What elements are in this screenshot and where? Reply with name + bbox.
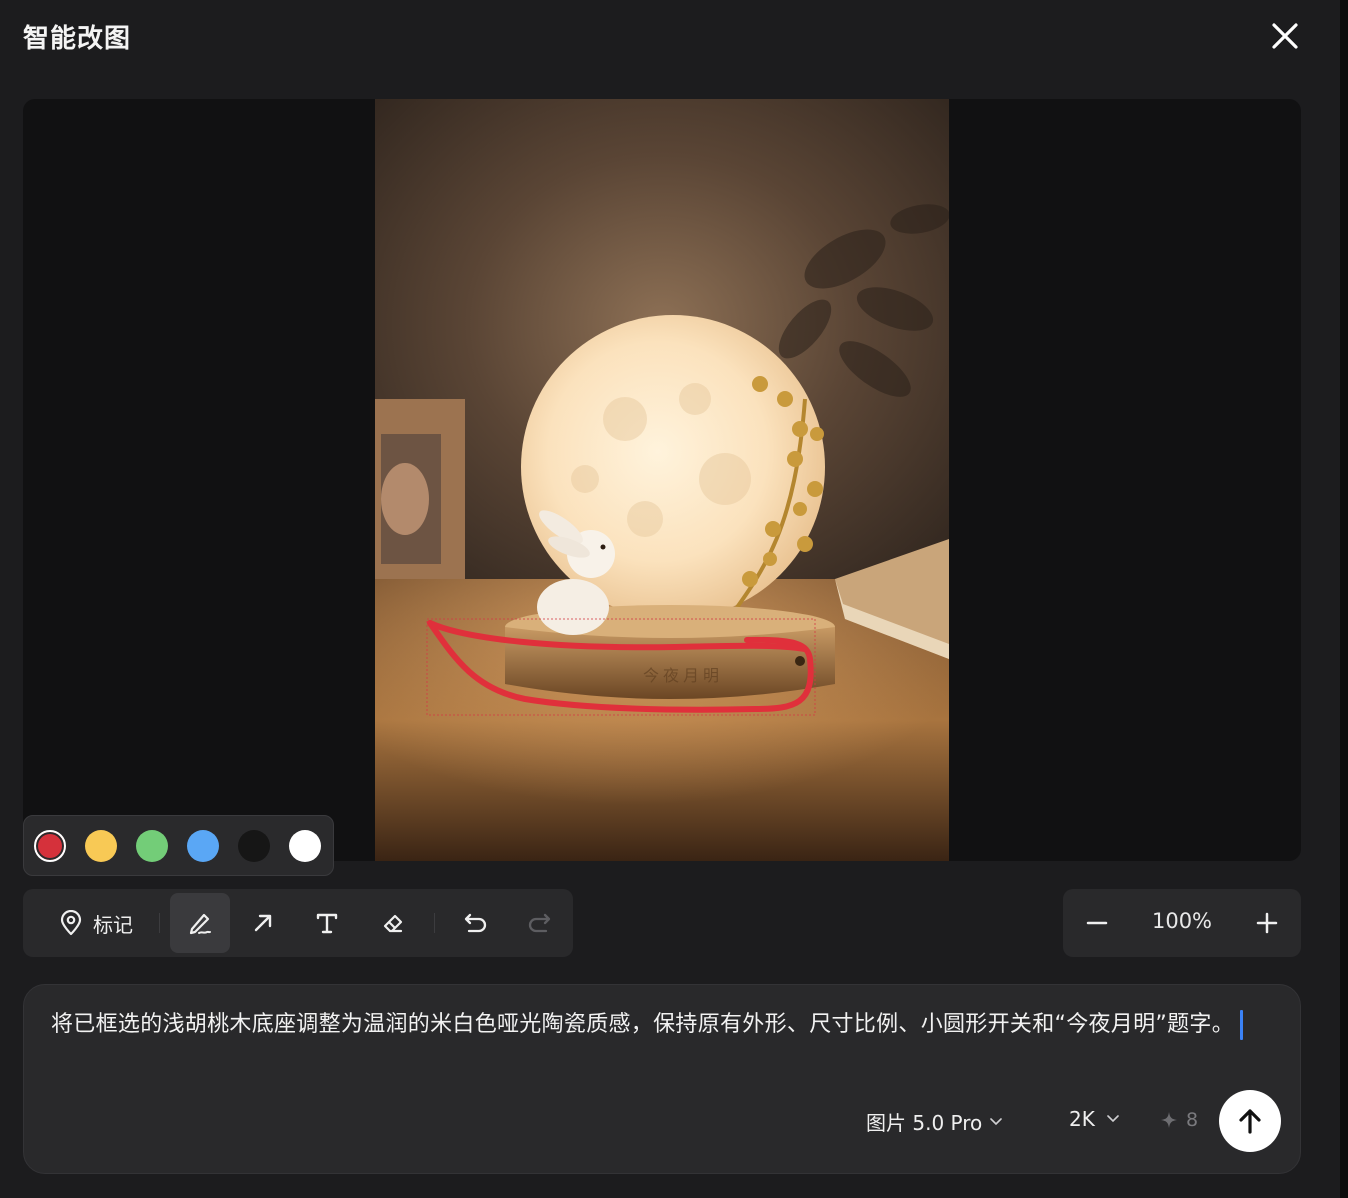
- edit-dialog: 智能改图 今夜月明 标记 100% 将已框选的浅胡桃木底座调整为温润的米白色哑光…: [0, 0, 1340, 1198]
- prompt-input[interactable]: 将已框选的浅胡桃木底座调整为温润的米白色哑光陶瓷质感，保持原有外形、尺寸比例、小…: [51, 1007, 1281, 1043]
- close-icon: [1272, 23, 1298, 49]
- text-tool-button[interactable]: [297, 893, 357, 953]
- model-select[interactable]: 图片 5.0 Pro: [866, 1107, 1003, 1136]
- image-canvas[interactable]: 今夜月明: [23, 99, 1301, 861]
- send-button[interactable]: [1219, 1090, 1281, 1152]
- mark-tool-label: 标记: [93, 912, 133, 937]
- credit-cost: 8: [1160, 1109, 1198, 1131]
- prompt-text: 将已框选的浅胡桃木底座调整为温润的米白色哑光陶瓷质感，保持原有外形、尺寸比例、小…: [51, 1012, 1234, 1037]
- toolbar-divider: [159, 913, 160, 933]
- plus-icon: [1256, 912, 1278, 934]
- color-swatch-red[interactable]: [34, 830, 66, 862]
- resolution-label: 2K: [1069, 1107, 1095, 1131]
- chevron-down-icon: [1107, 1115, 1119, 1123]
- zoom-in-button[interactable]: [1247, 903, 1287, 943]
- color-swatch-black[interactable]: [238, 830, 270, 862]
- sparkle-icon: [1161, 1112, 1177, 1128]
- arrow-up-icon: [1239, 1109, 1261, 1134]
- color-swatch-blue[interactable]: [187, 830, 219, 862]
- zoom-out-button[interactable]: [1077, 903, 1117, 943]
- arrow-icon: [254, 914, 272, 932]
- brush-icon: [189, 913, 211, 935]
- drawing-toolbar: 标记: [23, 889, 573, 957]
- redo-icon: [528, 913, 551, 933]
- text-icon: [316, 913, 338, 934]
- prompt-box[interactable]: 将已框选的浅胡桃木底座调整为温润的米白色哑光陶瓷质感，保持原有外形、尺寸比例、小…: [23, 984, 1301, 1174]
- engraving-text: 今夜月明: [643, 666, 723, 685]
- window-edge: [1340, 0, 1348, 1198]
- toolbar-divider: [434, 913, 435, 933]
- minus-icon: [1086, 921, 1108, 925]
- color-palette: [23, 815, 334, 876]
- redo-button[interactable]: [509, 893, 569, 953]
- zoom-level: 100%: [1151, 909, 1213, 933]
- mark-tool-button[interactable]: 标记: [35, 893, 157, 953]
- color-swatch-green[interactable]: [136, 830, 168, 862]
- eraser-icon: [383, 914, 403, 933]
- eraser-tool-button[interactable]: [363, 893, 423, 953]
- brush-tool-button[interactable]: [170, 893, 230, 953]
- undo-icon: [464, 913, 487, 933]
- model-label: 图片 5.0 Pro: [866, 1111, 983, 1135]
- credit-count: 8: [1186, 1109, 1199, 1131]
- edited-image[interactable]: 今夜月明: [375, 99, 949, 861]
- chevron-down-icon: [990, 1117, 1003, 1125]
- pin-icon: [60, 910, 82, 936]
- color-swatch-white[interactable]: [289, 830, 321, 862]
- text-caret: [1240, 1010, 1243, 1040]
- arrow-tool-button[interactable]: [233, 893, 293, 953]
- resolution-select[interactable]: 2K: [1069, 1107, 1119, 1131]
- undo-button[interactable]: [446, 893, 506, 953]
- dialog-title: 智能改图: [23, 24, 132, 54]
- color-swatch-yellow[interactable]: [85, 830, 117, 862]
- close-button[interactable]: [1266, 17, 1304, 55]
- zoom-control: 100%: [1063, 889, 1301, 957]
